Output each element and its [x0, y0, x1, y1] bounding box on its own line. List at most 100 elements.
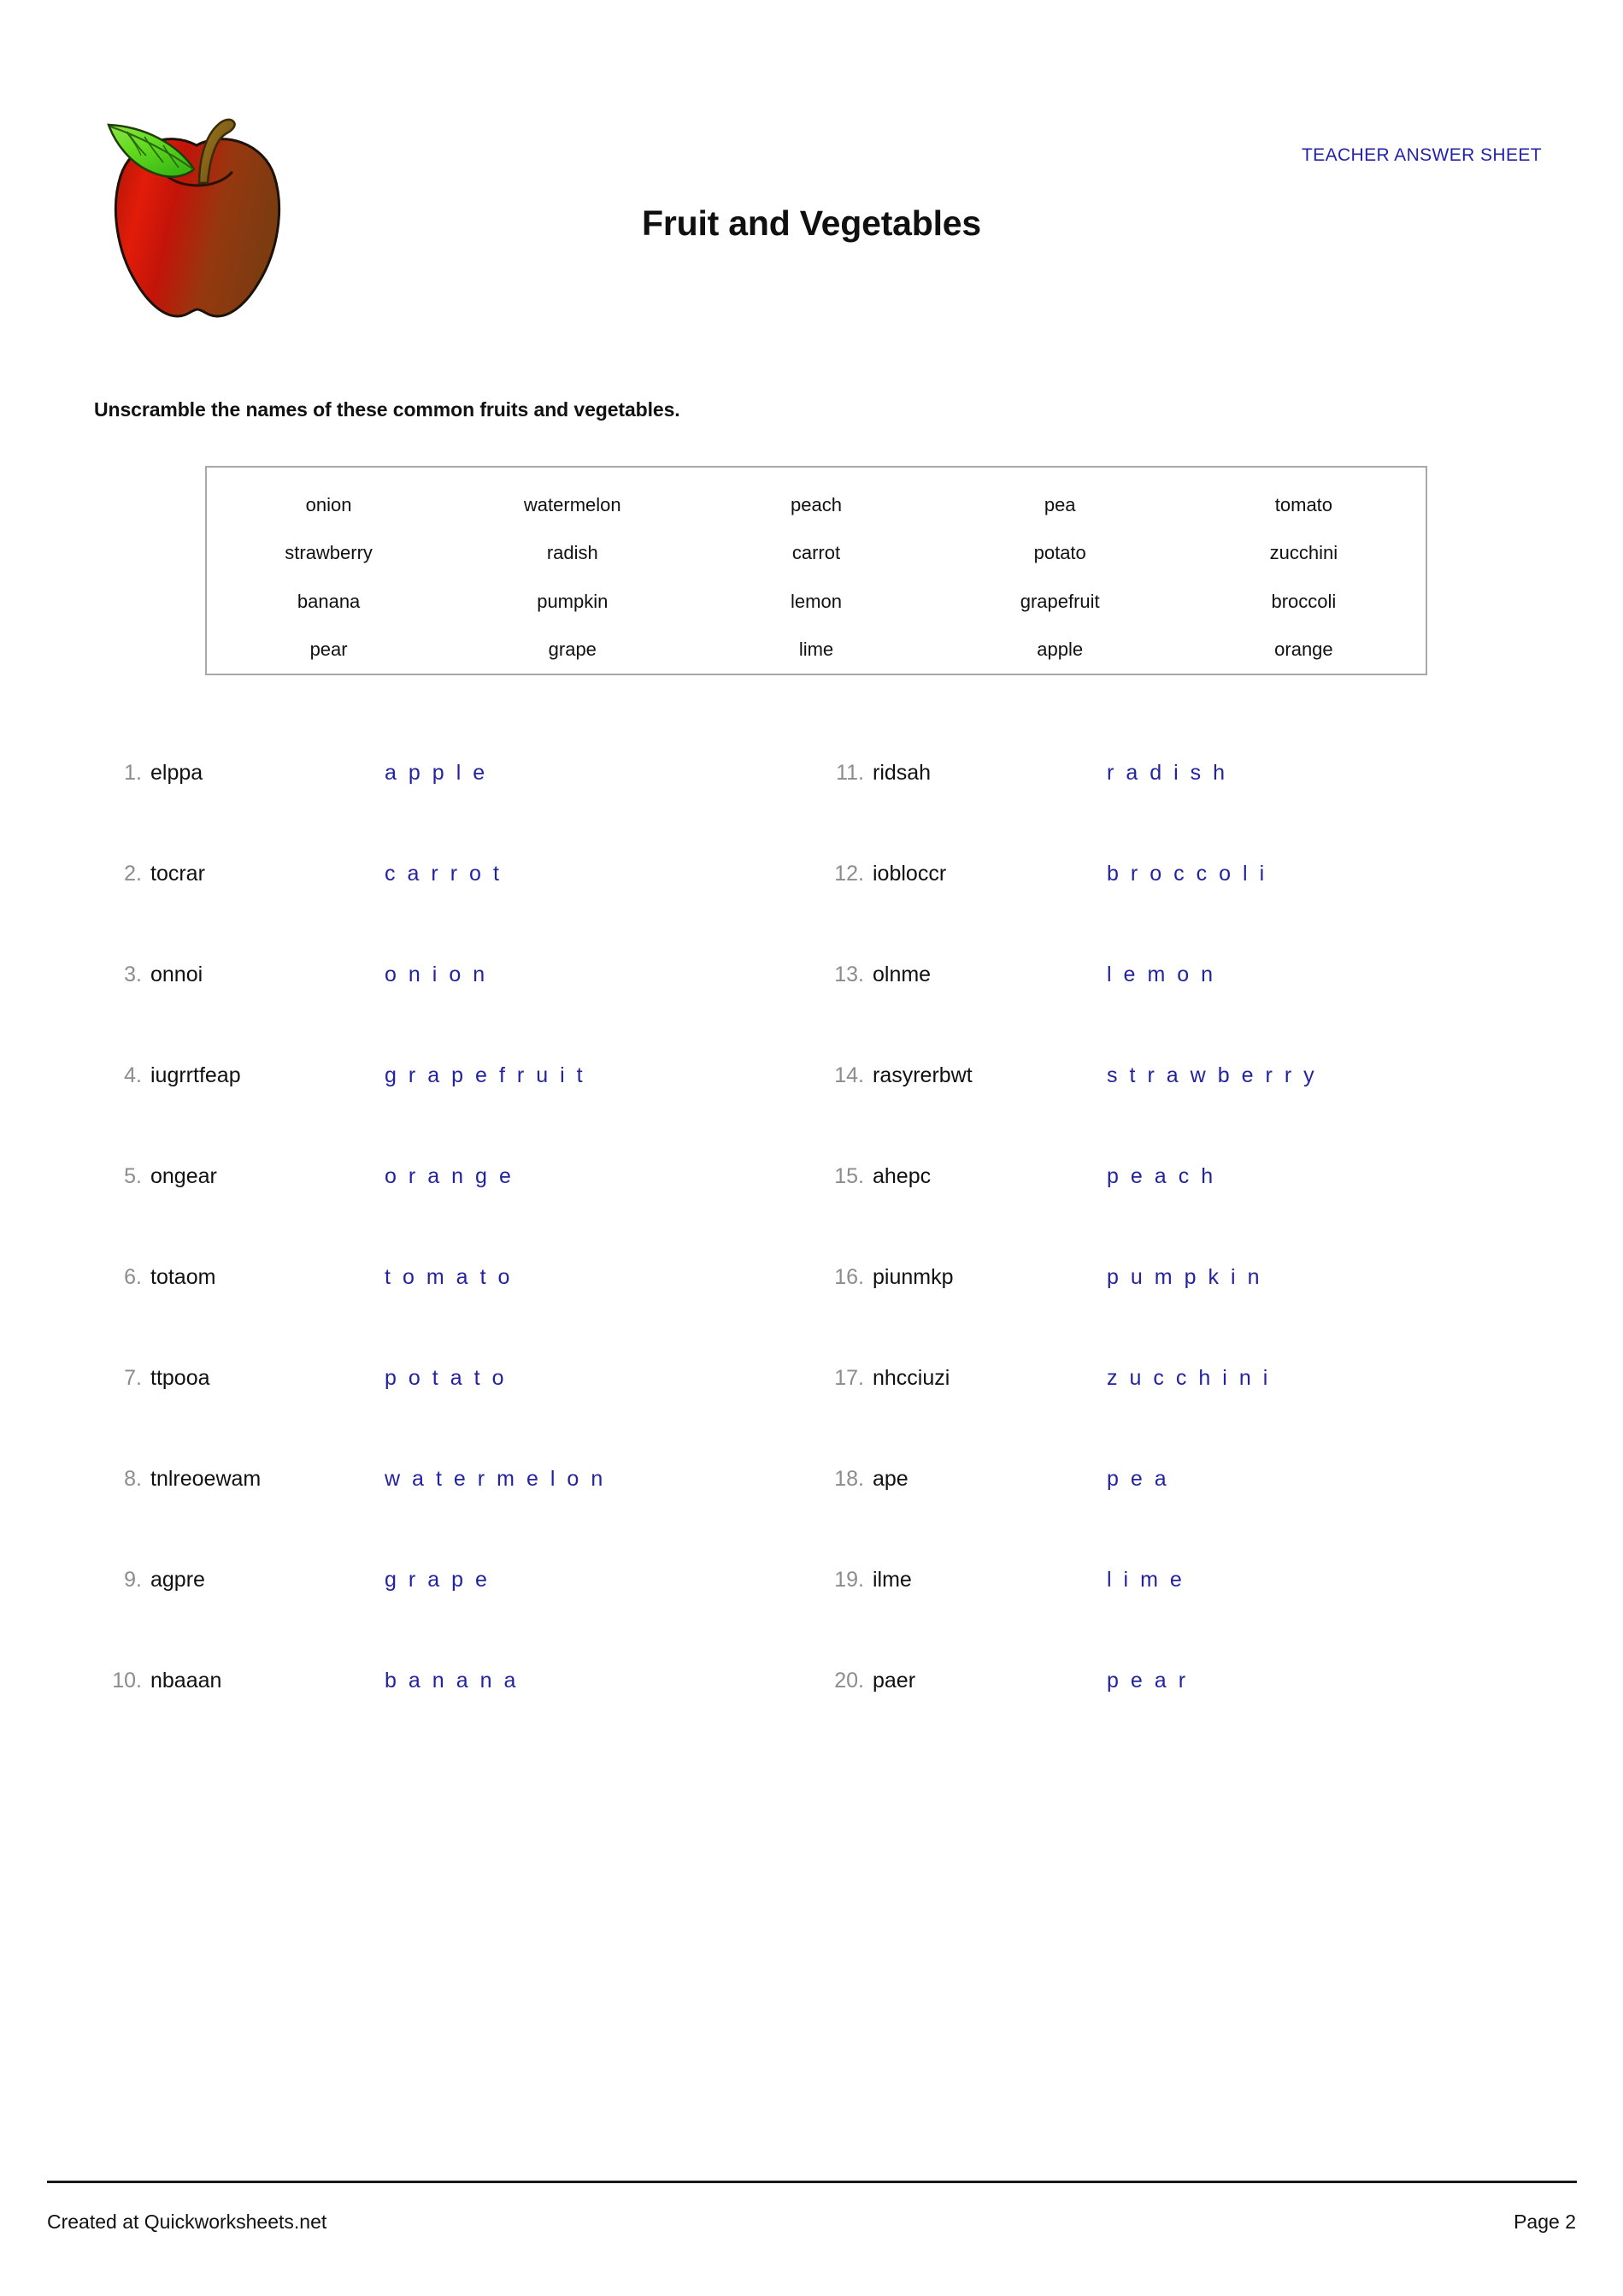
- answer-word: grapefruit: [385, 1063, 595, 1087]
- answer-word: pear: [1107, 1669, 1198, 1693]
- page-header: Fruit and Vegetables TEACHER ANSWER SHEE…: [0, 0, 1623, 359]
- scrambled-word: elppa: [150, 761, 203, 785]
- answer-row: 5. ongear orange: [94, 1156, 803, 1257]
- word-bank-item: tomato: [1274, 494, 1333, 516]
- word-bank-item: lime: [798, 638, 834, 660]
- word-bank-item: pear: [309, 638, 348, 660]
- teacher-answer-sheet-label: TEACHER ANSWER SHEET: [1301, 145, 1542, 165]
- word-bank-item: radish: [546, 542, 598, 564]
- worksheet-page: Fruit and Vegetables TEACHER ANSWER SHEE…: [0, 0, 1623, 2296]
- answer-row: 12. iobloccr broccoli: [816, 853, 1526, 954]
- scrambled-word: tnlreoewam: [150, 1467, 262, 1491]
- scrambled-word: ahepc: [873, 1164, 932, 1188]
- footer-credit: Created at Quickworksheets.net: [47, 2211, 327, 2233]
- word-bank-item: grape: [548, 638, 597, 660]
- item-number: 7.: [124, 1366, 142, 1390]
- item-number: 6.: [124, 1265, 142, 1289]
- answer-row: 1. elppa apple: [94, 752, 803, 853]
- answer-row: 9. agpre grape: [94, 1559, 803, 1660]
- answer-word: orange: [385, 1164, 523, 1188]
- scrambled-word: iobloccr: [873, 862, 947, 886]
- item-number: 15.: [834, 1164, 864, 1188]
- answer-row: 8. tnlreoewam watermelon: [94, 1458, 803, 1559]
- answer-row: 15. ahepc peach: [816, 1156, 1526, 1257]
- answer-word: apple: [385, 761, 497, 785]
- scrambled-word: ridsah: [873, 761, 932, 785]
- answer-row: 6. totaom tomato: [94, 1257, 803, 1357]
- answer-row: 7. ttpooa potato: [94, 1357, 803, 1458]
- scrambled-word: agpre: [150, 1568, 205, 1592]
- answer-word: potato: [385, 1366, 516, 1390]
- item-number: 1.: [124, 761, 142, 785]
- scrambled-word: onnoi: [150, 963, 203, 986]
- word-bank-item: watermelon: [523, 494, 621, 516]
- answer-row: 14. rasyrerbwt strawberry: [816, 1055, 1526, 1156]
- word-bank-item: potato: [1033, 542, 1086, 564]
- footer-divider: [47, 2181, 1577, 2183]
- word-bank: onion watermelon peach pea tomato strawb…: [205, 466, 1427, 675]
- word-bank-item: zucchini: [1269, 542, 1338, 564]
- word-bank-item: orange: [1274, 638, 1333, 660]
- answer-word: banana: [385, 1669, 528, 1693]
- answer-row: 18. ape pea: [816, 1458, 1526, 1559]
- answer-row: 19. ilme lime: [816, 1559, 1526, 1660]
- page-title: Fruit and Vegetables: [642, 203, 981, 243]
- word-bank-grid: onion watermelon peach pea tomato strawb…: [207, 468, 1426, 674]
- item-number: 9.: [124, 1568, 142, 1592]
- answer-row: 3. onnoi onion: [94, 954, 803, 1055]
- answer-word: radish: [1107, 761, 1238, 785]
- answer-word: zucchini: [1107, 1366, 1280, 1390]
- answer-row: 20. paer pear: [816, 1660, 1526, 1761]
- scrambled-word: tocrar: [150, 862, 205, 886]
- item-number: 5.: [124, 1164, 142, 1188]
- word-bank-item: banana: [297, 590, 361, 612]
- answer-list-right: 11. ridsah radish 12. iobloccr broccoli …: [816, 752, 1526, 1761]
- item-number: 3.: [124, 963, 142, 986]
- scrambled-word: iugrrtfeap: [150, 1063, 241, 1087]
- answer-word: carrot: [385, 862, 511, 886]
- answer-word: lemon: [1107, 963, 1226, 986]
- word-bank-item: peach: [791, 494, 842, 516]
- answer-word: watermelon: [385, 1467, 615, 1491]
- item-number: 8.: [124, 1467, 142, 1491]
- answer-word: onion: [385, 963, 497, 986]
- answer-word: tomato: [385, 1265, 522, 1289]
- answer-word: broccoli: [1107, 862, 1277, 886]
- word-bank-item: lemon: [791, 590, 842, 612]
- item-number: 17.: [834, 1366, 864, 1390]
- item-number: 20.: [834, 1669, 864, 1693]
- item-number: 18.: [834, 1467, 864, 1491]
- scrambled-word: totaom: [150, 1265, 216, 1289]
- item-number: 19.: [834, 1568, 864, 1592]
- answer-row: 10. nbaaan banana: [94, 1660, 803, 1761]
- scrambled-word: piunmkp: [873, 1265, 954, 1289]
- scrambled-word: ilme: [873, 1568, 912, 1592]
- word-bank-item: carrot: [791, 542, 841, 564]
- instructions-text: Unscramble the names of these common fru…: [94, 398, 680, 421]
- scrambled-word: nhcciuzi: [873, 1366, 950, 1390]
- answer-row: 4. iugrrtfeap grapefruit: [94, 1055, 803, 1156]
- answer-row: 2. tocrar carrot: [94, 853, 803, 954]
- item-number: 11.: [836, 761, 864, 785]
- scrambled-word: nbaaan: [150, 1669, 222, 1693]
- answer-list-left: 1. elppa apple 2. tocrar carrot 3. onnoi…: [94, 752, 803, 1761]
- scrambled-word: paer: [873, 1669, 916, 1693]
- item-number: 12.: [834, 862, 864, 886]
- word-bank-item: pumpkin: [537, 590, 609, 612]
- word-bank-item: pea: [1044, 494, 1076, 516]
- answer-row: 13. olnme lemon: [816, 954, 1526, 1055]
- answer-row: 11. ridsah radish: [816, 752, 1526, 853]
- word-bank-item: grapefruit: [1020, 590, 1100, 612]
- answer-row: 17. nhcciuzi zucchini: [816, 1357, 1526, 1458]
- answer-row: 16. piunmkp pumpkin: [816, 1257, 1526, 1357]
- scrambled-word: ttpooa: [150, 1366, 210, 1390]
- word-bank-item: onion: [305, 494, 352, 516]
- answer-word: pumpkin: [1107, 1265, 1272, 1289]
- answer-word: strawberry: [1107, 1063, 1326, 1087]
- word-bank-item: strawberry: [285, 542, 373, 564]
- answer-word: lime: [1107, 1568, 1194, 1592]
- item-number: 13.: [834, 963, 864, 986]
- footer-page-number: Page 2: [1514, 2211, 1576, 2233]
- answer-word: peach: [1107, 1164, 1226, 1188]
- scrambled-word: ape: [873, 1467, 909, 1491]
